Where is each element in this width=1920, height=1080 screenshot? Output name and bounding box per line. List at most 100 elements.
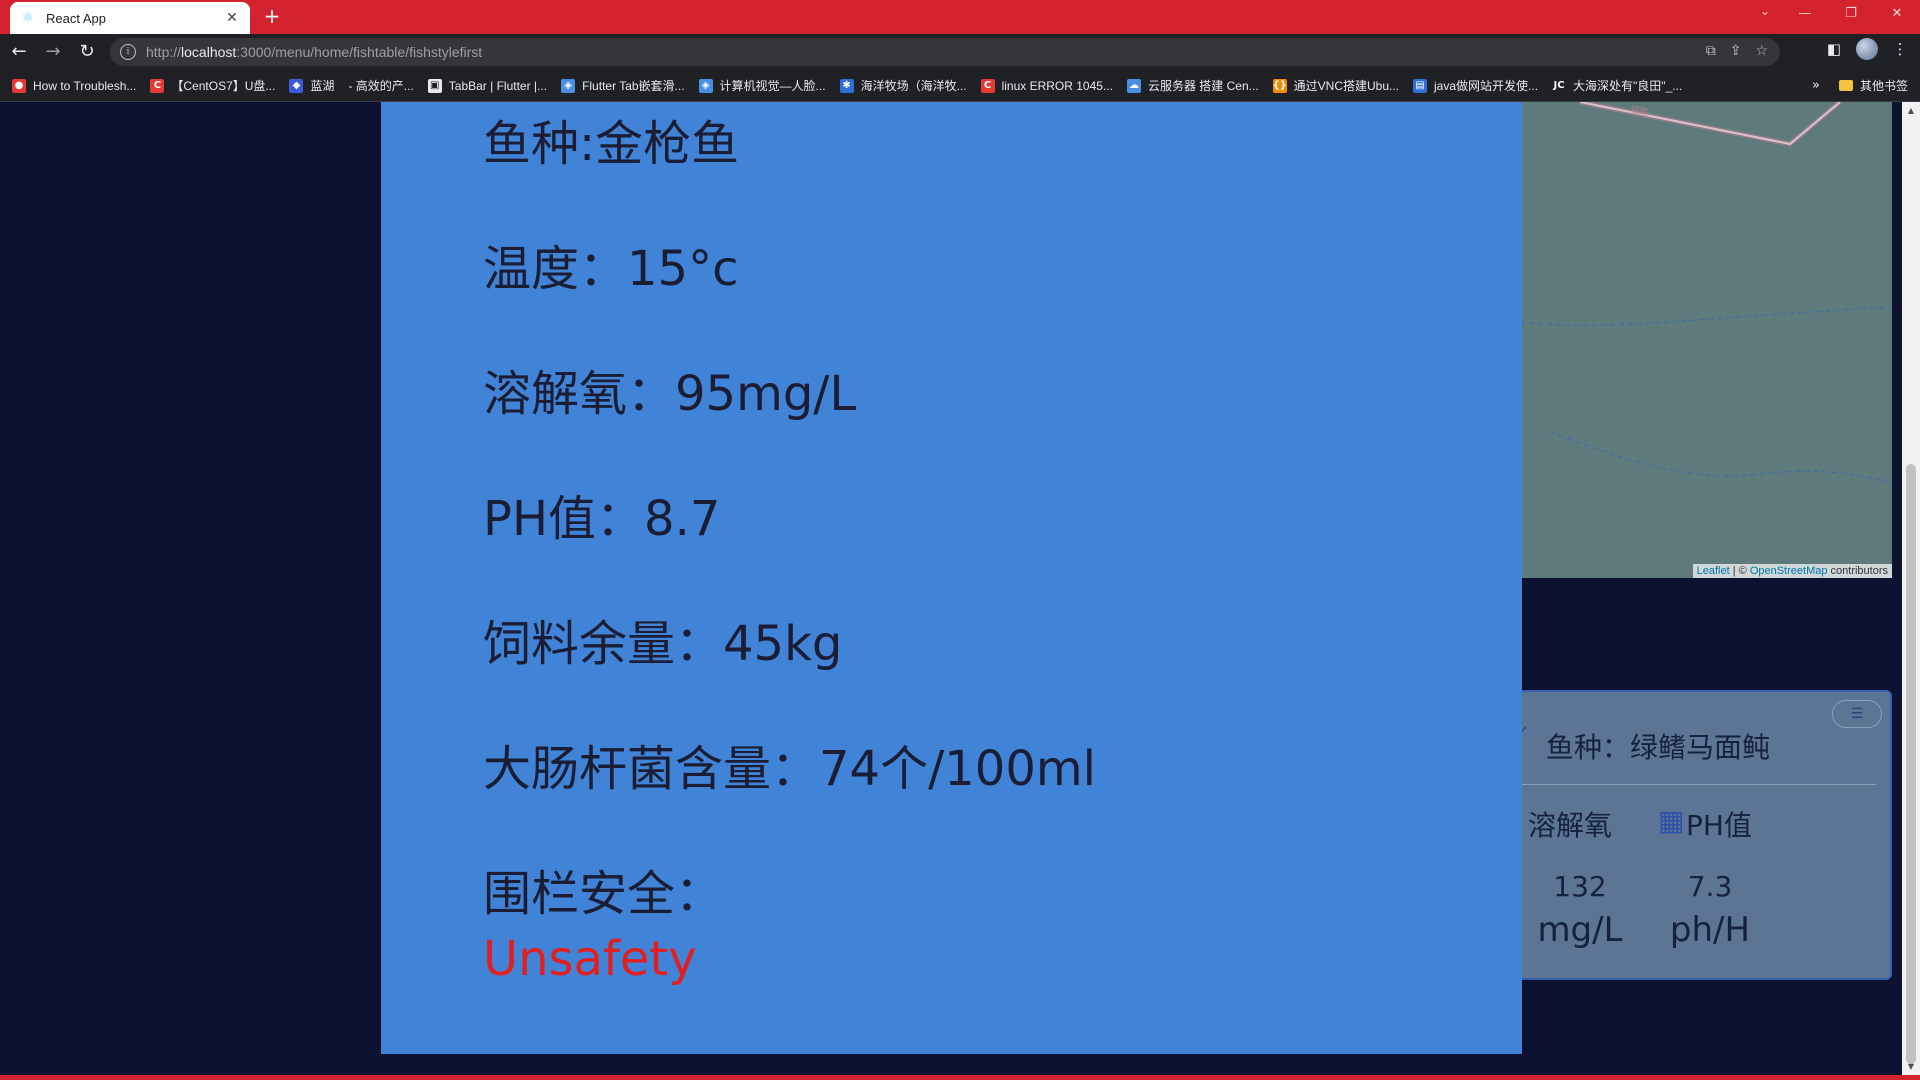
bookmarks-overflow-button[interactable]: »: [1812, 78, 1820, 93]
ph-icon: ▦: [1658, 804, 1685, 837]
address-bar[interactable]: i http://localhost:3000/menu/home/fishta…: [110, 38, 1780, 66]
bookmark-item[interactable]: ▣ TabBar | Flutter |...: [427, 78, 548, 93]
side-panel-icon[interactable]: ◧: [1824, 40, 1844, 58]
card-menu-button[interactable]: ☰: [1832, 700, 1882, 728]
bookmark-item[interactable]: ● How to Troublesh...: [12, 78, 137, 93]
bookmark-label: 蓝湖: [310, 79, 335, 93]
bookmark-label: 通过VNC搭建Ubu...: [1293, 79, 1400, 93]
url-prefix: http://: [146, 44, 182, 60]
map-view[interactable]: 福路 Leaflet | © OpenStreetMap contributor…: [1520, 102, 1892, 578]
url-text: http://localhost:3000/menu/home/fishtabl…: [146, 44, 482, 60]
bookmark-label: TabBar | Flutter |...: [448, 78, 548, 93]
browser-toolbar: ← → ↻ i http://localhost:3000/menu/home/…: [0, 34, 1920, 70]
bookmark-favicon-icon: {}: [1272, 78, 1287, 93]
oxygen-unit: mg/L: [1537, 910, 1623, 950]
bookmark-item[interactable]: ▤ java做网站开发使...: [1413, 77, 1538, 94]
fence-safety-label: 围栏安全：: [483, 866, 724, 922]
bookmark-label: 计算机视觉—人脸...: [719, 79, 826, 93]
ph-row: PH值：8.7: [483, 491, 721, 547]
other-bookmarks[interactable]: 其他书签: [1838, 77, 1908, 94]
bookmark-favicon-icon: C: [150, 78, 165, 93]
bookmark-favicon-icon: C: [980, 78, 995, 93]
minimize-button[interactable]: —: [1782, 0, 1828, 28]
forward-button[interactable]: →: [38, 37, 68, 67]
bookmark-label: 大海深处有"良田"_...: [1573, 79, 1683, 93]
toolbar-right: ◧ ⋮: [1824, 38, 1910, 60]
feed-remaining-row: 饲料余量：45kg: [483, 616, 843, 672]
coliform-row: 大肠杆菌含量：74个/100ml: [483, 741, 1096, 797]
bookmark-item[interactable]: ☁ 云服务器 搭建 Cen...: [1126, 77, 1259, 94]
bookmark-label: 【CentOS7】U盘...: [171, 79, 276, 93]
ph-unit: ph/H: [1669, 910, 1751, 950]
bookmark-item[interactable]: ✱ 海洋牧场（海洋牧...: [839, 77, 967, 94]
oxygen-value: 132: [1553, 870, 1607, 903]
bookmark-favicon-icon: ☁: [1126, 78, 1141, 93]
tab-title: React App: [46, 10, 106, 26]
other-bookmarks-label: 其他书签: [1859, 79, 1908, 93]
bookmark-favicon-icon: ◈: [698, 78, 713, 93]
attribution-tail: contributors: [1827, 565, 1888, 577]
card-species: 鱼种：绿鳍马面鲀: [1546, 731, 1771, 764]
scroll-down-arrow[interactable]: ▼: [1906, 1062, 1916, 1071]
share-icon[interactable]: ⇪: [1730, 43, 1742, 59]
tab-search-icon[interactable]: ⌄: [1760, 4, 1770, 18]
bookmark-item[interactable]: JC 大海深处有"良田"_...: [1552, 77, 1682, 94]
folder-icon: [1838, 80, 1853, 91]
bookmark-favicon-icon: JC: [1552, 78, 1567, 93]
osm-link[interactable]: OpenStreetMap: [1750, 565, 1828, 577]
translate-icon[interactable]: ⧉: [1706, 43, 1716, 59]
bookmark-label: Flutter Tab嵌套滑...: [582, 79, 685, 93]
bookmarks-bar: ● How to Troublesh... C 【CentOS7】U盘... ◆ 蓝湖 - …: [0, 70, 1920, 102]
ph-value: 7.3: [1687, 870, 1733, 903]
bookmark-item[interactable]: ◈ 计算机视觉—人脸...: [698, 77, 826, 94]
bookmark-favicon-icon: ◈: [561, 78, 576, 93]
page-scrollbar[interactable]: ▲ ▼: [1902, 102, 1920, 1075]
scroll-up-arrow[interactable]: ▲: [1906, 106, 1916, 115]
bookmark-item[interactable]: {} 通过VNC搭建Ubu...: [1272, 77, 1400, 94]
omnibox-actions: ⧉ ⇪ ☆: [1706, 43, 1768, 59]
back-button[interactable]: ←: [4, 37, 34, 67]
bookmark-star-icon[interactable]: ☆: [1755, 43, 1768, 59]
col-oxygen-label: 溶解氧: [1528, 809, 1613, 842]
tab-strip: ⚛ React App ✕ + ⌄ — ❐ ✕: [0, 0, 1920, 34]
react-icon: ⚛: [21, 10, 35, 26]
attribution-separator: | ©: [1729, 565, 1750, 577]
reload-button[interactable]: ↻: [72, 37, 102, 67]
bookmark-item[interactable]: ◆ 蓝湖: [289, 77, 334, 94]
species-row: 鱼种:金枪鱼: [483, 116, 740, 172]
restore-button[interactable]: ❐: [1828, 0, 1874, 28]
scroll-thumb[interactable]: [1906, 464, 1916, 1064]
browser-tab[interactable]: ⚛ React App ✕: [10, 2, 250, 34]
menu-icon[interactable]: ⋮: [1890, 40, 1910, 58]
bookmark-item[interactable]: Clinux ERROR 1045...: [980, 78, 1113, 93]
bookmark-label: How to Troublesh...: [33, 78, 137, 93]
bookmark-favicon-icon: ●: [12, 78, 26, 93]
window-bottom-border: [0, 1075, 1920, 1080]
new-tab-button[interactable]: +: [260, 6, 284, 28]
leaflet-link[interactable]: Leaflet: [1697, 565, 1730, 577]
fish-detail-panel: 鱼种:金枪鱼 温度：15°c 溶解氧：95mg/L PH值：8.7 饲料余量：4…: [381, 102, 1522, 1054]
map-attribution: Leaflet | © OpenStreetMap contributors: [1692, 564, 1892, 578]
bookmark-label: linux ERROR 1045...: [1001, 78, 1113, 93]
profile-avatar[interactable]: [1856, 38, 1878, 60]
site-info-icon[interactable]: i: [120, 44, 136, 60]
bookmark-label: 云服务器 搭建 Cen...: [1147, 79, 1259, 93]
fence-safety-status: Unsafety: [483, 931, 697, 987]
bookmark-item[interactable]: ◈ Flutter Tab嵌套滑...: [561, 77, 685, 94]
temperature-row: 温度：15°c: [483, 241, 739, 297]
dissolved-oxygen-row: 溶解氧：95mg/L: [483, 366, 857, 422]
tab-close-icon[interactable]: ✕: [224, 10, 240, 26]
url-host: localhost: [181, 44, 237, 60]
close-window-button[interactable]: ✕: [1874, 0, 1920, 28]
bookmark-item[interactable]: - 高效的产...: [348, 77, 413, 94]
bookmark-label: - 高效的产...: [348, 79, 414, 93]
map-tiles: 福路: [1520, 102, 1892, 578]
bookmark-item[interactable]: C 【CentOS7】U盘...: [150, 77, 275, 94]
bookmark-favicon-icon: ▣: [427, 78, 442, 93]
bookmark-favicon-icon: ◆: [289, 78, 304, 93]
bookmark-favicon-icon: ▤: [1413, 78, 1428, 93]
window-controls: — ❐ ✕: [1782, 0, 1920, 34]
url-path: :3000/menu/home/fishtable/fishstylefirst: [236, 44, 483, 60]
bookmark-label: java做网站开发使...: [1434, 79, 1539, 93]
bookmark-favicon-icon: ✱: [839, 78, 854, 93]
